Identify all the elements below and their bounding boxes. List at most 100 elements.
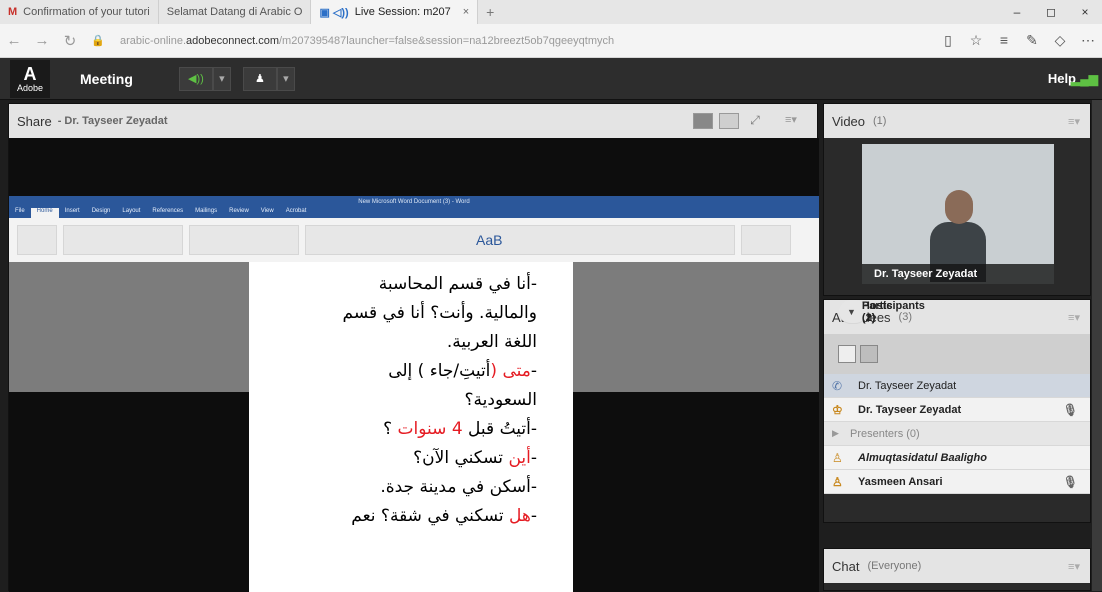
word-tab: Layout [122, 208, 141, 214]
connect-menubar: A Adobe Meeting ◀)) ▾ ♟ ▾ Help ▂▄▆ [0, 58, 1102, 100]
participant-icon: ♙ [832, 450, 843, 465]
word-tabs: File Home Insert Design Layout Reference… [9, 208, 819, 218]
speaker-button[interactable]: ◀)) [178, 66, 213, 91]
share-pod-header: Share - Dr. Tayseer Zeyadat ⤢ ≡▾ [9, 104, 817, 138]
attendee-name: Yasmeen Ansari [858, 475, 943, 488]
doc-text: تسكني الآن؟ [413, 448, 509, 468]
av-controls: ◀)) ▾ ♟ ▾ [178, 66, 295, 91]
word-ribbon: New Microsoft Word Document (3) - Word F… [9, 196, 819, 262]
tab-live-session[interactable]: ▣ ◁)) Live Session: m207 × [311, 0, 479, 24]
share-icon[interactable]: ◇ [1046, 32, 1074, 49]
connection-signal-icon: ▂▄▆ [1071, 72, 1098, 86]
status-dropdown-icon[interactable]: ▾ [276, 66, 295, 91]
forward-button[interactable]: → [28, 32, 56, 49]
doc-line-6: -أتيتُ قبل 4 سنوات ؟ [249, 415, 573, 444]
close-tab-icon[interactable]: × [463, 6, 469, 18]
adobe-logo-glyph: A [23, 63, 37, 84]
doc-text-highlight: متى ( [490, 361, 531, 381]
webcam-feed: Dr. Tayseer Zeyadat [862, 144, 1054, 284]
word-tab: Review [229, 208, 249, 214]
fullscreen-icon[interactable]: ⤢ [745, 113, 765, 129]
doc-text-highlight: 4 سنوات [397, 419, 463, 439]
word-tab: Design [91, 208, 111, 214]
web-note-icon[interactable]: ✎ [1018, 32, 1046, 49]
adobe-logo-text: Adobe [16, 82, 44, 93]
favorite-star-icon[interactable]: ☆ [962, 32, 990, 49]
chat-scope: (Everyone) [867, 560, 922, 572]
video-pod-title: Video [832, 113, 866, 129]
video-pod-menu-icon[interactable]: ≡▾ [1068, 115, 1080, 128]
page-scrollbar[interactable] [1092, 100, 1102, 591]
url-field[interactable]: arabic-online.adobeconnect.com/m20739548… [120, 35, 680, 47]
doc-line-8: -أسكن في مدينة جدة. [249, 473, 573, 502]
attendee-row-selected[interactable]: ✆ Dr. Tayseer Zeyadat [824, 374, 1090, 398]
participant-row[interactable]: ♙ Almuqtasidatul Baaligho [824, 446, 1090, 470]
refresh-button[interactable]: ↻ [56, 32, 84, 50]
word-tab: Insert [64, 208, 80, 214]
clipboard-group [17, 225, 57, 255]
reading-view-icon[interactable]: ▯ [934, 32, 962, 49]
speaker-dropdown-icon[interactable]: ▾ [212, 66, 231, 91]
group-label: Presenters (0) [850, 427, 920, 440]
presenters-group-header[interactable]: ▶ Presenters (0) [824, 422, 1090, 446]
back-button[interactable]: ← [0, 32, 28, 49]
attendee-name: Dr. Tayseer Zeyadat [858, 403, 962, 416]
doc-text: اللغة العربية. [446, 332, 537, 352]
participants-group-header[interactable]: ▼ Participants (2) [839, 300, 925, 324]
share-presenter: - Dr. Tayseer Zeyadat [57, 115, 168, 127]
list-view-icon[interactable] [838, 345, 856, 363]
doc-text: -أسكن في مدينة جدة. [380, 477, 537, 497]
video-pod-header: Video (1) ≡▾ [824, 104, 1090, 138]
status-button[interactable]: ♟ [242, 66, 277, 91]
chat-pod-header: Chat (Everyone) ≡▾ [824, 549, 1090, 583]
tab-confirmation[interactable]: M Confirmation of your tutori [0, 0, 159, 24]
window-controls: – ◻ × [1000, 5, 1102, 19]
word-tab: Home [30, 208, 59, 218]
meeting-menu[interactable]: Meeting [80, 71, 133, 87]
styles-group: AaB [305, 225, 735, 255]
maximize-button[interactable]: ◻ [1034, 5, 1068, 19]
screen-overlay [9, 262, 249, 392]
share-pod: Share - Dr. Tayseer Zeyadat ⤢ ≡▾ New Mic… [8, 103, 819, 592]
close-window-button[interactable]: × [1068, 5, 1102, 19]
group-label: Participants (2) [861, 299, 925, 324]
minimize-button[interactable]: – [1000, 5, 1034, 19]
doc-text: - [530, 361, 537, 381]
document-page: -أنا في قسم المحاسبة والمالية. وأنت؟ أنا… [249, 262, 573, 592]
status-view-icon[interactable] [860, 345, 878, 363]
tab-label: Live Session: m207 [354, 6, 451, 18]
doc-line-1: -أنا في قسم المحاسبة [249, 270, 573, 299]
collapse-icon: ▶ [832, 428, 839, 438]
host-row[interactable]: ♔ Dr. Tayseer Zeyadat 🎙 [824, 398, 1090, 422]
expand-icon: ▼ [847, 306, 856, 317]
share-pod-menu-icon[interactable]: ≡▾ [785, 113, 805, 129]
doc-text: ؟ [383, 419, 398, 439]
new-tab-button[interactable]: + [478, 4, 502, 20]
video-name-label: Dr. Tayseer Zeyadat [862, 264, 1054, 284]
doc-line-7: -أين تسكني الآن؟ [249, 444, 573, 473]
word-title: New Microsoft Word Document (3) - Word [9, 196, 819, 208]
layout-view-icon[interactable] [693, 113, 713, 129]
chat-title: Chat [832, 558, 860, 574]
chat-pod-menu-icon[interactable]: ≡▾ [1068, 560, 1080, 573]
more-icon[interactable]: ⋯ [1074, 32, 1102, 49]
microphone-icon: 🎙 [1062, 474, 1078, 489]
gmail-icon: M [8, 6, 18, 18]
doc-text: تسكني في شقة؟ نعم [351, 506, 510, 526]
doc-text: والمالية. وأنت؟ أنا في قسم [342, 303, 537, 323]
word-tab: View [260, 208, 274, 214]
participant-row[interactable]: ♙ Yasmeen Ansari 🎙 [824, 470, 1090, 494]
tab-selamat-datang[interactable]: Selamat Datang di Arabic O [159, 0, 312, 24]
chat-pod: Chat (Everyone) ≡▾ [823, 548, 1091, 591]
participant-icon: ♙ [832, 474, 843, 489]
word-tab: Acrobat [285, 208, 307, 214]
attendee-list: ✆ Dr. Tayseer Zeyadat ▼ Hosts (1) ♔ Dr. … [824, 300, 1090, 494]
doc-line-3: اللغة العربية. [249, 328, 573, 357]
hub-icon[interactable]: ≡ [990, 32, 1018, 49]
tab-label: Confirmation of your tutori [23, 6, 150, 18]
attendees-pod-menu-icon[interactable]: ≡▾ [1068, 311, 1080, 324]
audio-playing-icon: ▣ ◁)) [319, 6, 349, 19]
url-suffix: /m207395487launcher=false&session=na12br… [279, 34, 615, 47]
doc-line-4: -متى (أتيتِ/جاء ) إلى [249, 357, 573, 386]
layout-split-icon[interactable] [719, 113, 739, 129]
